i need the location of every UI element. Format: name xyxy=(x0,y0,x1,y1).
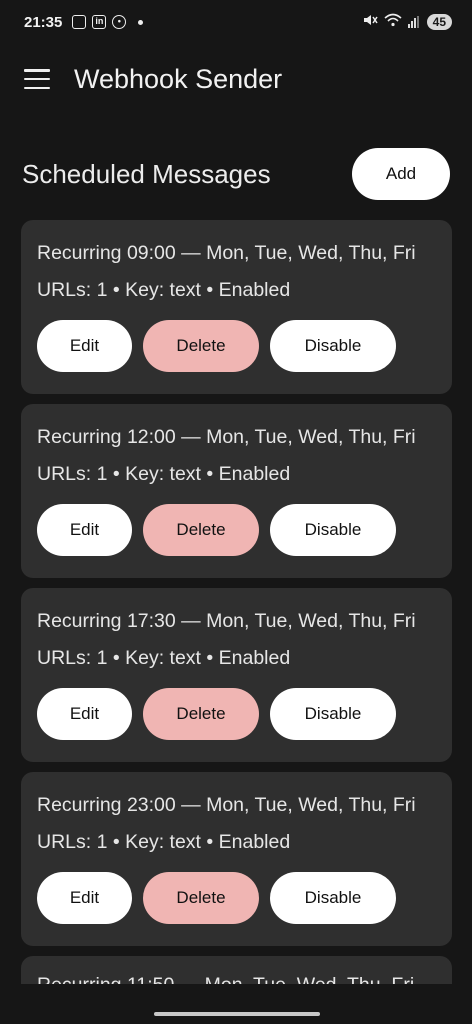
edit-button[interactable]: Edit xyxy=(37,320,132,372)
message-card: Recurring 23:00 — Mon, Tue, Wed, Thu, Fr… xyxy=(21,772,452,946)
message-actions: Edit Delete Disable xyxy=(37,688,396,740)
message-meta: URLs: 1 • Key: text • Enabled xyxy=(37,647,291,669)
message-title: Recurring 09:00 — Mon, Tue, Wed, Thu, Fr… xyxy=(37,242,416,264)
section-header: Scheduled Messages Add xyxy=(0,146,472,202)
message-actions: Edit Delete Disable xyxy=(37,504,396,556)
status-time: 21:35 xyxy=(24,13,63,31)
message-actions: Edit Delete Disable xyxy=(37,320,396,372)
scheduled-messages-list: Recurring 09:00 — Mon, Tue, Wed, Thu, Fr… xyxy=(21,220,452,956)
disable-button[interactable]: Disable xyxy=(270,504,396,556)
status-bar: 21:35 in • 45 xyxy=(0,0,472,44)
navigation-bar xyxy=(0,984,472,1024)
record-icon: • xyxy=(112,15,127,29)
notification-dot-icon xyxy=(138,19,144,25)
app-bar: Webhook Sender xyxy=(0,50,472,108)
disable-button[interactable]: Disable xyxy=(270,320,396,372)
message-meta: URLs: 1 • Key: text • Enabled xyxy=(37,279,291,301)
message-title: Recurring 23:00 — Mon, Tue, Wed, Thu, Fr… xyxy=(37,794,416,816)
signal-icon xyxy=(407,16,419,28)
message-card: Recurring 17:30 — Mon, Tue, Wed, Thu, Fr… xyxy=(21,588,452,762)
gesture-handle[interactable] xyxy=(154,1012,320,1016)
delete-button[interactable]: Delete xyxy=(143,872,259,924)
edit-button[interactable]: Edit xyxy=(37,872,132,924)
status-bar-right: 45 xyxy=(362,13,452,31)
app-title: Webhook Sender xyxy=(74,63,283,94)
linkedin-icon: in xyxy=(92,15,107,29)
add-button[interactable]: Add xyxy=(352,148,450,200)
message-meta: URLs: 1 • Key: text • Enabled xyxy=(37,463,291,485)
message-meta: URLs: 1 • Key: text • Enabled xyxy=(37,831,291,853)
menu-icon[interactable] xyxy=(24,69,50,89)
edit-button[interactable]: Edit xyxy=(37,504,132,556)
message-title: Recurring 17:30 — Mon, Tue, Wed, Thu, Fr… xyxy=(37,610,416,632)
battery-icon: 45 xyxy=(426,14,452,30)
edit-button[interactable]: Edit xyxy=(37,688,132,740)
mute-icon xyxy=(362,13,378,31)
disable-button[interactable]: Disable xyxy=(270,688,396,740)
delete-button[interactable]: Delete xyxy=(143,688,259,740)
message-card: Recurring 12:00 — Mon, Tue, Wed, Thu, Fr… xyxy=(21,404,452,578)
wifi-icon xyxy=(384,13,402,31)
delete-button[interactable]: Delete xyxy=(143,504,259,556)
message-title: Recurring 12:00 — Mon, Tue, Wed, Thu, Fr… xyxy=(37,426,416,448)
message-card: Recurring 09:00 — Mon, Tue, Wed, Thu, Fr… xyxy=(21,220,452,394)
message-actions: Edit Delete Disable xyxy=(37,872,396,924)
section-title: Scheduled Messages xyxy=(22,158,271,189)
delete-button[interactable]: Delete xyxy=(143,320,259,372)
disable-button[interactable]: Disable xyxy=(270,872,396,924)
status-bar-left: 21:35 in • xyxy=(24,13,144,31)
screenshot-icon xyxy=(72,15,87,29)
